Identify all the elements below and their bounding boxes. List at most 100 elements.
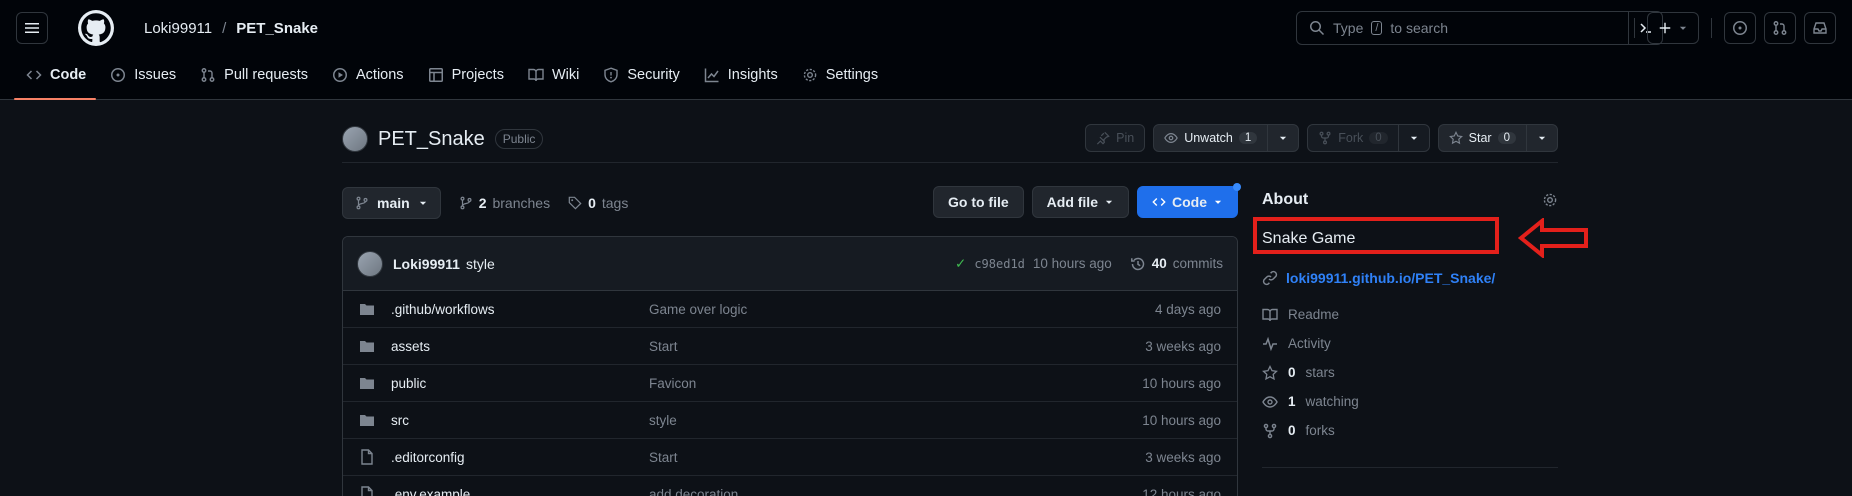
watching-link[interactable]: 1 watching bbox=[1262, 391, 1558, 412]
star-dropdown[interactable] bbox=[1526, 125, 1557, 151]
breadcrumb-owner[interactable]: Loki99911 bbox=[144, 20, 212, 37]
code-icon bbox=[26, 67, 42, 83]
about-divider bbox=[1262, 467, 1558, 468]
pull-requests-button[interactable] bbox=[1764, 12, 1796, 44]
table-row[interactable]: .editorconfig Start 3 weeks ago bbox=[343, 439, 1237, 476]
go-to-file-button[interactable]: Go to file bbox=[932, 186, 1024, 218]
commits-link[interactable]: 40 commits bbox=[1130, 256, 1223, 272]
file-commit-message[interactable]: Game over logic bbox=[649, 302, 747, 317]
add-file-label: Add file bbox=[1046, 194, 1098, 210]
global-header: Loki99911 / PET_Snake Type / to search C… bbox=[0, 0, 1852, 100]
check-icon[interactable]: ✓ bbox=[955, 256, 966, 272]
branch-selector[interactable]: main bbox=[342, 187, 441, 219]
code-button-label: Code bbox=[1172, 194, 1207, 210]
breadcrumb-repo[interactable]: PET_Snake bbox=[236, 20, 318, 37]
add-file-button[interactable]: Add file bbox=[1031, 186, 1129, 218]
activity-link[interactable]: Activity bbox=[1262, 333, 1558, 354]
file-name[interactable]: public bbox=[391, 376, 426, 391]
inbox-button[interactable] bbox=[1804, 12, 1836, 44]
repo-header: PET_Snake Public Pin Unwatch 1 Fork 0 St… bbox=[342, 116, 1558, 162]
file-name[interactable]: assets bbox=[391, 339, 430, 354]
commit-message[interactable]: style bbox=[466, 256, 495, 272]
file-name[interactable]: src bbox=[391, 413, 409, 428]
create-new-button[interactable] bbox=[1647, 12, 1699, 44]
folder-icon bbox=[359, 375, 375, 391]
chevron-down-icon bbox=[1214, 200, 1222, 204]
tab-security[interactable]: Security bbox=[593, 51, 689, 99]
file-age: 3 weeks ago bbox=[1145, 449, 1221, 465]
fork-dropdown[interactable] bbox=[1397, 125, 1429, 151]
search-icon bbox=[1310, 21, 1325, 36]
tab-wiki[interactable]: Wiki bbox=[518, 51, 589, 99]
issues-button[interactable] bbox=[1724, 12, 1756, 44]
tab-insights[interactable]: Insights bbox=[694, 51, 788, 99]
breadcrumb: Loki99911 / PET_Snake bbox=[144, 20, 318, 37]
table-row[interactable]: assets Start 3 weeks ago bbox=[343, 328, 1237, 365]
file-commit-message[interactable]: Start bbox=[649, 339, 678, 354]
commit-sha[interactable]: c98ed1d bbox=[974, 257, 1025, 271]
commit-author[interactable]: Loki99911 bbox=[393, 256, 460, 272]
unwatch-dropdown[interactable] bbox=[1267, 125, 1298, 151]
code-icon bbox=[1152, 198, 1166, 206]
homepage-link[interactable]: loki99911.github.io/PET_Snake/ bbox=[1262, 266, 1558, 290]
menu-button[interactable] bbox=[16, 12, 48, 44]
about-header: About bbox=[1262, 186, 1558, 214]
star-button[interactable]: Star 0 bbox=[1437, 124, 1558, 152]
tab-label: Pull requests bbox=[224, 67, 308, 83]
annotation-arrow-icon bbox=[1518, 218, 1588, 258]
repo-title[interactable]: PET_Snake bbox=[378, 128, 485, 151]
file-name[interactable]: .env.example bbox=[391, 487, 470, 496]
book-icon bbox=[528, 67, 544, 83]
fork-icon bbox=[1263, 423, 1277, 438]
avatar[interactable] bbox=[357, 250, 383, 277]
chevron-down-icon bbox=[1105, 200, 1113, 204]
tab-label: Projects bbox=[451, 67, 504, 83]
gear-icon[interactable] bbox=[1542, 192, 1558, 208]
tab-projects[interactable]: Projects bbox=[418, 51, 514, 99]
file-commit-message[interactable]: add decoration bbox=[649, 487, 738, 496]
file-commit-message[interactable]: Favicon bbox=[649, 376, 696, 391]
unwatch-button[interactable]: Unwatch 1 bbox=[1153, 124, 1300, 152]
search-input[interactable]: Type / to search bbox=[1296, 11, 1663, 45]
file-name[interactable]: .editorconfig bbox=[391, 450, 465, 465]
chevron-down-icon bbox=[1538, 136, 1546, 140]
header-divider bbox=[1711, 18, 1712, 38]
readme-link[interactable]: Readme bbox=[1262, 304, 1558, 325]
table-row[interactable]: src style 10 hours ago bbox=[343, 402, 1237, 439]
header-divider bbox=[1634, 18, 1635, 38]
search-prefix: Type bbox=[1333, 20, 1364, 36]
stars-label: stars bbox=[1305, 365, 1335, 380]
fork-count: 0 bbox=[1369, 132, 1388, 144]
avatar[interactable] bbox=[342, 126, 368, 152]
chevron-down-icon bbox=[419, 201, 426, 205]
file-commit-message[interactable]: Start bbox=[649, 450, 678, 465]
github-logo[interactable] bbox=[78, 10, 114, 46]
branches-link[interactable]: 2 branches bbox=[459, 195, 550, 211]
forks-link[interactable]: 0 forks bbox=[1262, 420, 1558, 441]
fork-button[interactable]: Fork 0 bbox=[1307, 124, 1430, 152]
tab-actions[interactable]: Actions bbox=[322, 51, 414, 99]
go-to-file-label: Go to file bbox=[947, 194, 1009, 210]
commits-count: 40 bbox=[1151, 256, 1167, 271]
tab-settings[interactable]: Settings bbox=[792, 51, 888, 99]
table-row[interactable]: public Favicon 10 hours ago bbox=[343, 365, 1237, 402]
code-button[interactable]: Code bbox=[1137, 183, 1241, 218]
issue-icon bbox=[110, 67, 126, 83]
file-commit-message[interactable]: style bbox=[649, 413, 677, 428]
tab-pull-requests[interactable]: Pull requests bbox=[190, 51, 318, 99]
homepage-url[interactable]: loki99911.github.io/PET_Snake/ bbox=[1286, 270, 1495, 286]
play-icon bbox=[332, 67, 348, 83]
tab-code[interactable]: Code bbox=[13, 51, 97, 100]
watch-count: 1 bbox=[1238, 132, 1258, 144]
file-name[interactable]: .github/workflows bbox=[391, 302, 495, 317]
table-row[interactable]: .github/workflows Game over logic 4 days… bbox=[343, 291, 1237, 328]
table-row[interactable]: .env.example add decoration 12 hours ago bbox=[343, 476, 1237, 496]
tab-issues[interactable]: Issues bbox=[100, 51, 186, 99]
pin-button[interactable]: Pin bbox=[1085, 124, 1146, 152]
forks-label: forks bbox=[1305, 423, 1335, 438]
notification-dot bbox=[1233, 183, 1241, 191]
tags-link[interactable]: 0 tags bbox=[568, 195, 628, 211]
plus-icon bbox=[1659, 22, 1671, 34]
stars-link[interactable]: 0 stars bbox=[1262, 362, 1558, 383]
toolbar-actions: Go to file Add file Code bbox=[932, 183, 1241, 218]
